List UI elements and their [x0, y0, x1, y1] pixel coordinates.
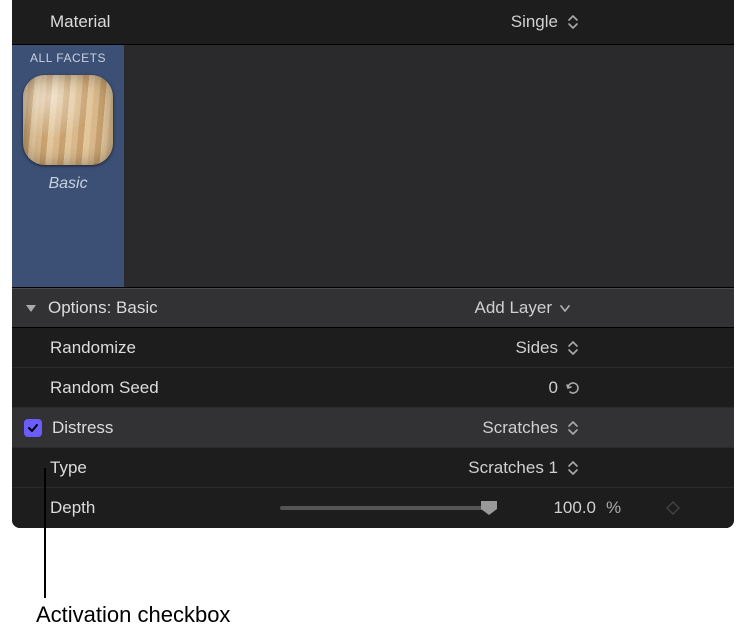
distress-row: Distress Scratches — [12, 408, 734, 448]
stepper-icon — [564, 420, 582, 436]
randomize-dropdown[interactable]: Sides — [515, 338, 582, 358]
chevron-down-icon — [558, 301, 572, 315]
random-seed-row: Random Seed 0 — [12, 368, 734, 408]
refresh-icon[interactable] — [564, 379, 582, 397]
add-layer-label: Add Layer — [475, 298, 553, 318]
callout-text: Activation checkbox — [36, 602, 230, 628]
material-thumbnail[interactable] — [23, 75, 113, 165]
facet-tab-label: ALL FACETS — [30, 45, 106, 73]
inspector-panel: Material Single ALL FACETS Basic Options… — [12, 0, 734, 528]
material-dropdown[interactable]: Single — [511, 12, 582, 32]
randomize-row: Randomize Sides — [12, 328, 734, 368]
random-seed-value[interactable]: 0 — [518, 378, 558, 398]
distress-label: Distress — [52, 418, 113, 438]
options-title: Options: Basic — [48, 298, 158, 318]
stepper-icon — [564, 14, 582, 30]
depth-value[interactable]: 100.0 — [526, 498, 596, 518]
type-label: Type — [50, 458, 87, 478]
distress-dropdown[interactable]: Scratches — [482, 418, 582, 438]
keyframe-diamond-icon[interactable] — [664, 499, 682, 517]
randomize-label: Randomize — [50, 338, 136, 358]
stepper-icon — [564, 460, 582, 476]
distress-value: Scratches — [482, 418, 558, 438]
randomize-value: Sides — [515, 338, 558, 358]
depth-slider[interactable] — [280, 506, 490, 510]
type-row: Type Scratches 1 — [12, 448, 734, 488]
depth-row: Depth 100.0 % — [12, 488, 734, 528]
depth-unit: % — [606, 498, 632, 518]
add-layer-dropdown[interactable]: Add Layer — [475, 298, 573, 318]
callout-line — [44, 468, 46, 598]
type-value: Scratches 1 — [468, 458, 558, 478]
random-seed-label: Random Seed — [50, 378, 159, 398]
depth-label: Depth — [50, 498, 95, 518]
stepper-icon — [564, 340, 582, 356]
material-label: Material — [50, 12, 110, 32]
disclosure-triangle-icon[interactable] — [24, 301, 42, 315]
distress-checkbox[interactable] — [24, 419, 42, 437]
material-row: Material Single — [12, 0, 734, 44]
options-header: Options: Basic Add Layer — [12, 288, 734, 328]
material-value: Single — [511, 12, 558, 32]
facet-tab-all[interactable]: ALL FACETS Basic — [12, 45, 124, 287]
material-thumbnail-label: Basic — [48, 175, 87, 193]
type-dropdown[interactable]: Scratches 1 — [468, 458, 582, 478]
slider-thumb-icon[interactable] — [480, 500, 498, 516]
facets-area: ALL FACETS Basic — [12, 44, 734, 288]
